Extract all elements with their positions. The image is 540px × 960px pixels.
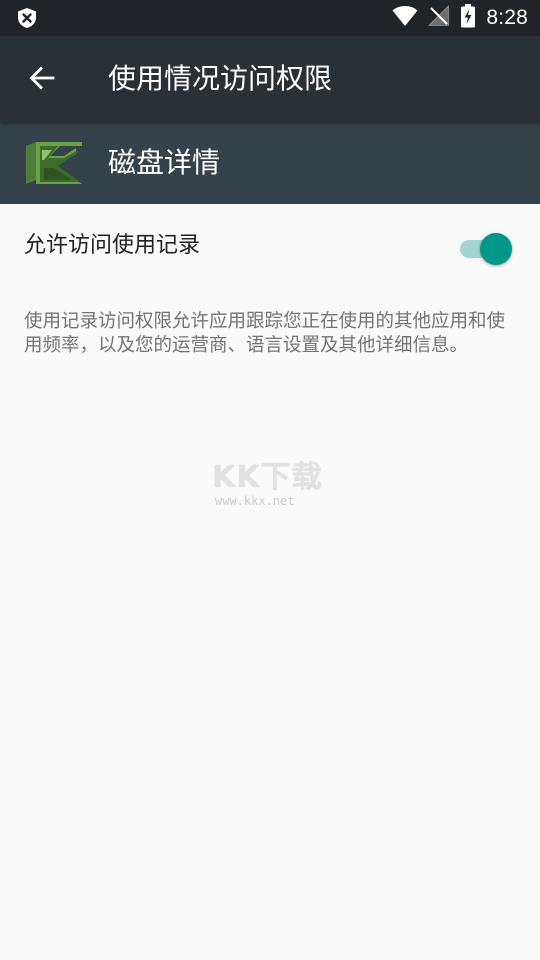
back-button[interactable] (22, 60, 62, 100)
allow-usage-access-switch[interactable] (460, 232, 512, 266)
shield-x-icon (16, 7, 38, 29)
allow-usage-access-label: 允许访问使用记录 (24, 233, 201, 258)
app-name: 磁盘详情 (108, 146, 221, 179)
signal-off-icon (428, 5, 450, 31)
watermark-logo: KK下载 (212, 460, 323, 495)
status-icons: 8:28 (392, 0, 528, 36)
app-bar: 使用情况访问权限 (0, 36, 540, 122)
switch-thumb (480, 233, 512, 265)
watermark-url: www.kkx.net (215, 494, 295, 508)
status-bar: 8:28 (0, 0, 540, 36)
allow-usage-access-row[interactable]: 允许访问使用记录 (0, 204, 540, 288)
app-header: 磁盘详情 (0, 122, 540, 204)
watermark: KK下载 www.kkx.net (212, 452, 332, 512)
wifi-icon (392, 5, 418, 31)
arrow-back-icon (29, 65, 55, 95)
status-time: 8:28 (486, 6, 528, 29)
page-title: 使用情况访问权限 (108, 62, 333, 95)
battery-charging-icon (460, 4, 476, 32)
usage-access-summary: 使用记录访问权限允许应用跟踪您正在使用的其他应用和使用频率，以及您的运营商、语言… (24, 311, 506, 356)
app-icon (24, 142, 84, 184)
